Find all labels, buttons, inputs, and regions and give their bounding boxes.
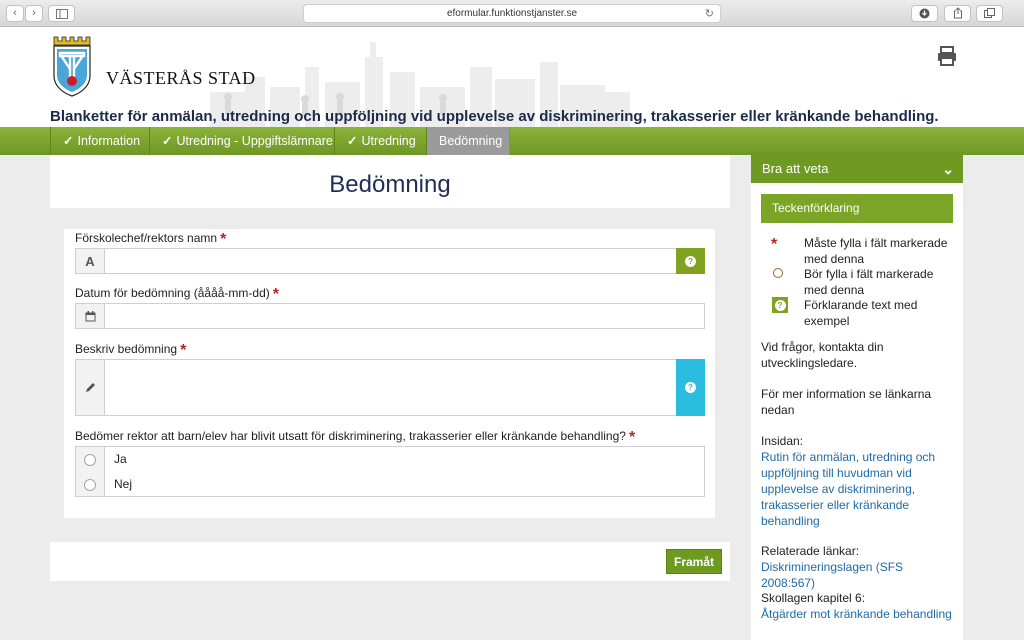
related-links-label: Relaterade länkar:: [761, 544, 860, 558]
sidebar-icon: [55, 9, 68, 19]
text-icon: A: [76, 249, 105, 273]
next-button[interactable]: Framåt: [666, 549, 722, 574]
label-text: Förskolechef/rektors namn: [75, 231, 218, 245]
assessment-date-field: [75, 303, 705, 329]
tabs-icon: [984, 8, 995, 18]
label-text: Bedömer rektor att barn/elev har blivit …: [75, 429, 626, 443]
logo-text: VÄSTERÅS STAD: [106, 68, 256, 88]
download-icon: [919, 8, 930, 19]
question-icon: ?: [685, 382, 696, 393]
help-button[interactable]: ?: [676, 248, 705, 274]
back-button[interactable]: ‹: [6, 5, 24, 22]
principal-name-input[interactable]: [105, 249, 675, 273]
good-to-know-header[interactable]: Bra att veta ⌄: [751, 155, 963, 183]
step-navigation: ✓ Information ✓ Utredning - Uppgiftslämnar…: [0, 127, 1024, 155]
tab-utredning[interactable]: ✓ Utredning: [335, 127, 427, 155]
downloads-button[interactable]: [911, 5, 938, 22]
description-field-label: Beskriv bedömning *: [75, 340, 187, 359]
radio-option-nej[interactable]: Nej: [76, 472, 704, 497]
date-field-label: Datum för bedömning (åååå-mm-dd) *: [75, 284, 279, 303]
chevron-right-icon: ›: [32, 7, 36, 19]
sidebar-toggle-button[interactable]: [48, 5, 75, 22]
help-icon: ?: [772, 297, 788, 313]
tab-utredning-uppgiftslamnare[interactable]: ✓ Utredning - Uppgiftslämnare: [150, 127, 335, 155]
legend-title: Teckenförklaring: [761, 194, 953, 223]
radio-label: Nej: [114, 477, 133, 491]
check-icon: ✓: [162, 134, 173, 148]
share-button[interactable]: [944, 5, 971, 22]
site-header: VÄSTERÅS STAD Blanketter för anmälan, ut…: [0, 27, 1024, 127]
page-heading: Blanketter för anmälan, utredning och up…: [50, 108, 939, 125]
tab-label: Bedömning: [439, 134, 503, 148]
calendar-icon[interactable]: [76, 304, 105, 328]
assessment-form: Förskolechef/rektors namn * A ? Datum för…: [64, 229, 715, 518]
school-law-label: Skollagen kapitel 6:: [761, 591, 866, 605]
radio-button[interactable]: [84, 454, 96, 466]
good-to-know-panel: Teckenförklaring * Måste fylla i fält ma…: [751, 183, 963, 640]
principal-name-field: A ?: [75, 248, 705, 274]
legend-required-text: Måste fylla i fält markerade med denna: [804, 236, 948, 266]
school-law-link[interactable]: Åtgärder mot kränkande behandling: [761, 606, 956, 622]
address-bar[interactable]: eformular.funktionstjanster.se ↻: [303, 4, 721, 23]
legend-optional-text: Bör fylla i fält markerade med denna: [804, 267, 934, 297]
optional-circle-icon: [773, 268, 783, 278]
tab-label: Utredning - Uppgiftslämnare: [176, 134, 333, 148]
vasteras-logo: [53, 36, 91, 97]
browser-toolbar: ‹ › eformular.funktionstjanster.se ↻: [0, 0, 1024, 27]
label-text: Beskriv bedömning: [75, 342, 178, 356]
tab-bedomning[interactable]: Bedömning: [427, 127, 510, 155]
reload-icon[interactable]: ↻: [705, 5, 714, 23]
form-footer: Framåt: [50, 542, 730, 581]
check-icon: ✓: [347, 134, 358, 148]
legend-help-text: Förklarande text med exempel: [804, 298, 918, 328]
required-icon: *: [180, 342, 187, 359]
insidan-link[interactable]: Rutin för anmälan, utredning och uppfölj…: [761, 449, 941, 529]
radio-button[interactable]: [84, 479, 96, 491]
insidan-label: Insidan:: [761, 434, 804, 448]
share-icon: [953, 7, 962, 19]
radio-option-ja[interactable]: Ja: [76, 447, 704, 472]
url-text: eformular.funktionstjanster.se: [446, 8, 578, 19]
discrimination-law-link[interactable]: Diskrimineringslagen (SFS 2008:567): [761, 559, 956, 591]
tab-label: Information: [77, 134, 141, 148]
radio-label: Ja: [114, 452, 127, 466]
check-icon: ✓: [63, 134, 74, 148]
tab-information[interactable]: ✓ Information: [50, 127, 150, 155]
assessment-description-textarea[interactable]: [105, 360, 675, 415]
required-icon: *: [771, 236, 778, 253]
forward-button[interactable]: ›: [25, 5, 43, 22]
required-icon: *: [220, 231, 227, 248]
help-button[interactable]: ?: [676, 359, 705, 416]
pencil-icon: [76, 360, 105, 415]
tabs-button[interactable]: [976, 5, 1003, 22]
label-text: Datum för bedömning (åååå-mm-dd): [75, 286, 270, 300]
question-icon: ?: [774, 299, 786, 311]
page-title-card: Bedömning: [50, 155, 730, 208]
question-icon: ?: [685, 255, 696, 267]
chevron-down-icon: ⌄: [942, 161, 954, 177]
contact-text: Vid frågor, kontakta din utvecklingsleda…: [761, 340, 884, 370]
tab-label: Utredning: [361, 134, 416, 148]
name-field-label: Förskolechef/rektors namn *: [75, 229, 227, 248]
assessment-date-input[interactable]: [105, 304, 703, 328]
assessment-description-field: ?: [75, 359, 705, 416]
print-icon[interactable]: [936, 45, 958, 67]
sidebar-title: Bra att veta: [762, 161, 829, 176]
required-icon: *: [628, 429, 636, 446]
page-title: Bedömning: [329, 171, 451, 198]
chevron-left-icon: ‹: [13, 7, 17, 19]
more-info-text: För mer information se länkarna nedan: [761, 387, 932, 417]
required-icon: *: [272, 286, 279, 303]
question-label: Bedömer rektor att barn/elev har blivit …: [75, 427, 636, 446]
exposure-radio-group: Ja Nej: [75, 446, 705, 497]
